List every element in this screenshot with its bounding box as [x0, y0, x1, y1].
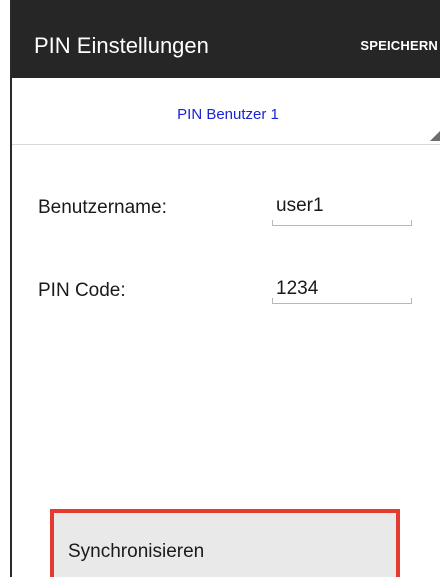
username-underline: [272, 220, 412, 226]
username-label: Benutzername:: [38, 197, 167, 218]
synchronize-button-label: Synchronisieren: [68, 541, 205, 562]
app-bar: PIN Einstellungen SPEICHERN: [12, 0, 440, 78]
user-selector-dropdown[interactable]: PIN Benutzer 1: [12, 78, 440, 145]
phone-screen: PIN Einstellungen SPEICHERN PIN Benutzer…: [10, 0, 440, 577]
username-input[interactable]: [272, 189, 412, 223]
pin-code-input[interactable]: [272, 272, 412, 306]
pin-code-underline: [272, 298, 412, 304]
pin-code-label: PIN Code:: [38, 280, 126, 301]
page-title: PIN Einstellungen: [34, 33, 209, 58]
user-selector-value: PIN Benutzer 1: [177, 106, 279, 123]
save-button[interactable]: SPEICHERN: [360, 38, 438, 53]
synchronize-button[interactable]: Synchronisieren: [50, 509, 400, 577]
dropdown-corner-icon: [430, 129, 440, 141]
